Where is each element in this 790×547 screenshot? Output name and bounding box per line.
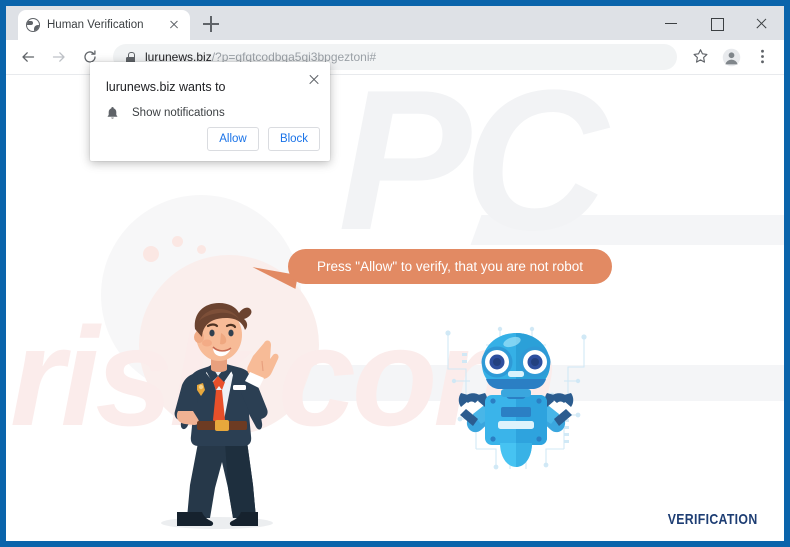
tab-title: Human Verification <box>47 19 144 31</box>
allow-button[interactable]: Allow <box>207 127 259 151</box>
avatar[interactable] <box>717 43 745 71</box>
background-dot <box>197 245 206 254</box>
forward-button[interactable] <box>45 43 73 71</box>
globe-icon <box>26 18 40 32</box>
three-dot-menu-icon[interactable] <box>748 43 776 71</box>
bell-icon <box>106 106 119 120</box>
close-window-button[interactable] <box>739 6 784 40</box>
star-icon[interactable] <box>686 43 714 71</box>
permission-row: Show notifications <box>106 106 225 120</box>
speech-bubble: Press "Allow" to verify, that you are no… <box>288 249 612 284</box>
notification-permission-popup: lurunews.biz wants to Show notifications… <box>90 62 330 161</box>
permission-label: Show notifications <box>132 107 225 119</box>
block-button[interactable]: Block <box>268 127 320 151</box>
close-icon[interactable] <box>306 72 322 88</box>
arrow-right-icon <box>52 50 66 64</box>
new-tab-button[interactable] <box>200 13 222 35</box>
screenshot-frame: Human Verification lurunews.biz/?p=gfqtc… <box>0 0 790 547</box>
popup-actions: Allow Block <box>207 127 320 151</box>
minimize-button[interactable] <box>649 6 694 40</box>
browser-tab[interactable]: Human Verification <box>18 10 190 40</box>
browser-window: Human Verification lurunews.biz/?p=gfqtc… <box>6 6 784 541</box>
watermark-pc: PC <box>338 75 608 272</box>
speech-bubble-text: Press "Allow" to verify, that you are no… <box>317 259 583 274</box>
verification-label: VERIFICATION <box>668 511 758 528</box>
back-button[interactable] <box>14 43 42 71</box>
background-dot <box>143 246 159 262</box>
window-controls <box>649 6 784 40</box>
close-icon[interactable] <box>166 17 182 33</box>
popup-title: lurunews.biz wants to <box>106 80 226 94</box>
man-pointing-up-illustration <box>149 299 299 531</box>
arrow-left-icon <box>21 50 35 64</box>
maximize-button[interactable] <box>694 6 739 40</box>
robot-illustration <box>440 323 592 475</box>
background-dot <box>172 236 183 247</box>
background-band <box>470 215 784 245</box>
tab-strip: Human Verification <box>6 6 784 40</box>
